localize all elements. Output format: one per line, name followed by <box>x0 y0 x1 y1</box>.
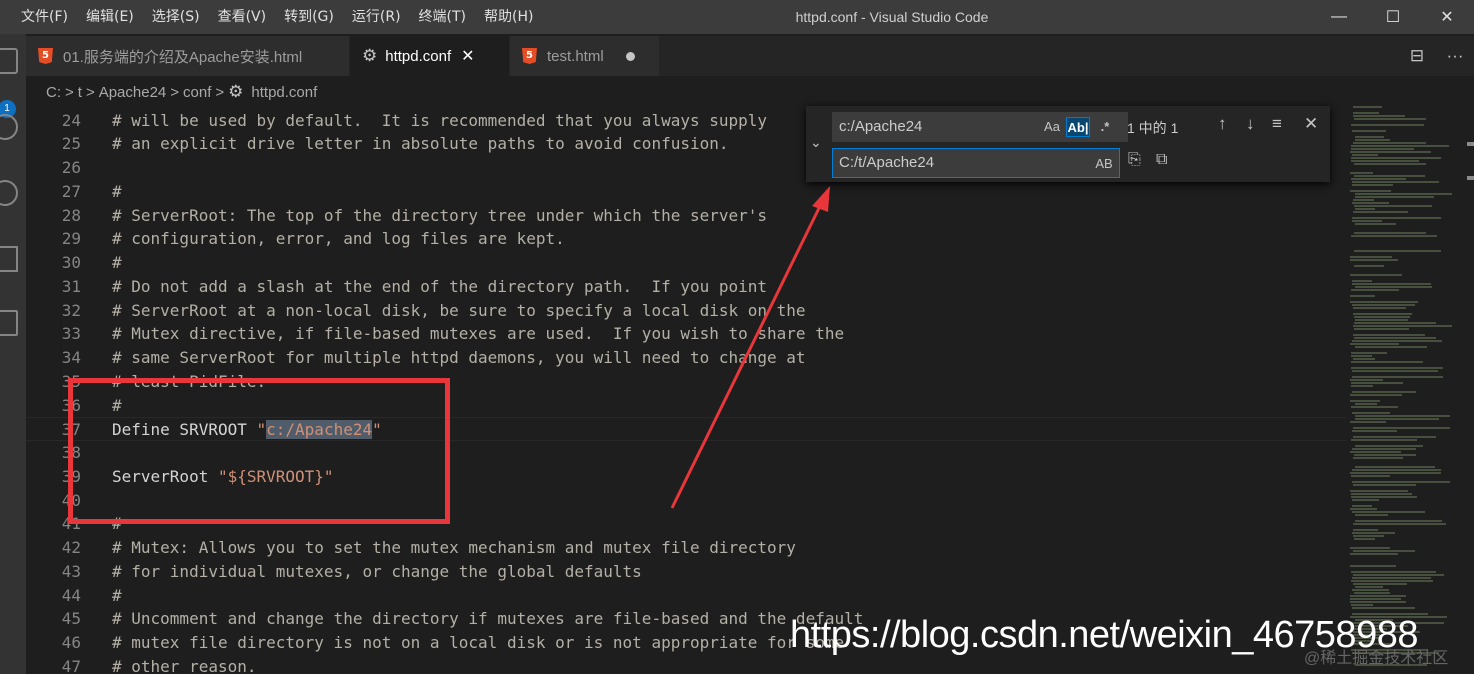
annotation-arrow <box>670 186 830 509</box>
watermark-sub: @稀土掘金技术社区 <box>1304 650 1449 667</box>
